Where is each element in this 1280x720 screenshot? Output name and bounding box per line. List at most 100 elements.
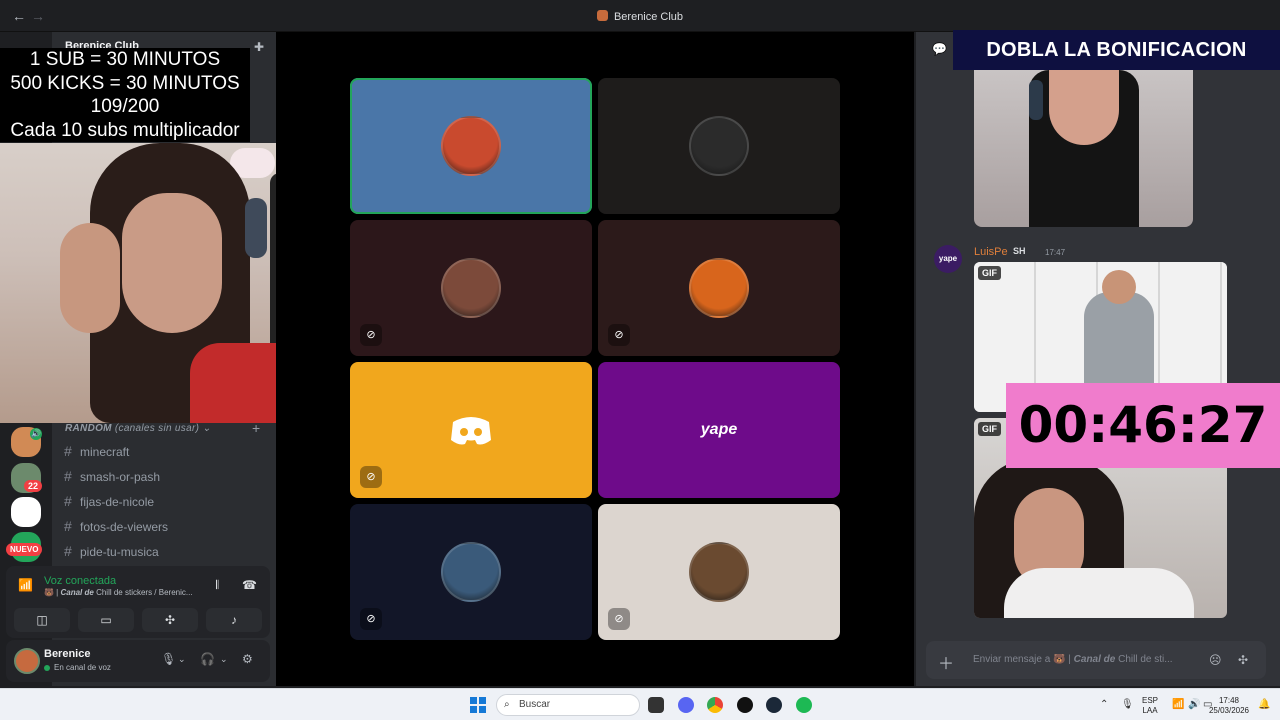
- spotify-icon[interactable]: [796, 697, 812, 713]
- chevron-down-icon: ⌄: [202, 423, 211, 434]
- microphone-icon[interactable]: 🎙: [161, 652, 176, 666]
- yape-logo-icon: yape: [700, 421, 738, 438]
- chevron-up-icon[interactable]: ⌃: [1100, 699, 1108, 710]
- soundboard-button[interactable]: ♪: [206, 608, 262, 632]
- participant-tile[interactable]: yape: [598, 362, 840, 498]
- countdown-timer: 00:46:27: [1006, 383, 1280, 468]
- noise-suppression-icon[interactable]: 𝄃: [216, 578, 219, 593]
- overlay-line-kicks: 500 KICKS = 30 MINUTOS: [10, 72, 240, 94]
- window-title: Berenice Club: [0, 10, 1280, 23]
- guild-tag[interactable]: SH: [1013, 246, 1026, 256]
- hash-icon: #: [64, 518, 72, 534]
- hand: [60, 223, 120, 333]
- hash-icon: #: [64, 443, 72, 459]
- face: [1102, 270, 1136, 304]
- gear-icon[interactable]: ⚙: [242, 652, 253, 666]
- participant-tile[interactable]: ⊘: [598, 220, 840, 356]
- white-shirt: [1004, 568, 1194, 618]
- new-badge: NUEVO: [6, 543, 43, 556]
- headset: [1029, 80, 1043, 120]
- avatar[interactable]: [14, 648, 40, 674]
- microphone-icon[interactable]: 🎙: [1121, 699, 1134, 710]
- stream-banner: DOBLA LA BONIFICACION: [953, 30, 1280, 70]
- avatar: [441, 542, 501, 602]
- muted-mic-icon: ⊘: [608, 324, 630, 346]
- participant-tile[interactable]: ⊘: [598, 504, 840, 640]
- user-name[interactable]: Berenice: [44, 648, 90, 660]
- server-icon-hello-kitty[interactable]: [11, 497, 41, 527]
- server-icon: [596, 10, 608, 21]
- participant-tile[interactable]: ⊘: [350, 362, 592, 498]
- message-author[interactable]: LuisPe: [974, 246, 1008, 258]
- channel-item[interactable]: # pide-tu-musica: [64, 543, 264, 563]
- voice-channel-name[interactable]: 🐻 | Canal de Chill de stickers / Berenic…: [44, 588, 214, 597]
- message-placeholder: Enviar mensaje a 🐻 | Canal de Chill de s…: [973, 654, 1173, 665]
- message-time: 17:47: [1045, 248, 1066, 257]
- participant-tile[interactable]: ⊘: [350, 220, 592, 356]
- face: [1049, 70, 1119, 145]
- activities-button[interactable]: ✣: [142, 608, 198, 632]
- search-icon: ⌕: [504, 699, 510, 710]
- obs-icon[interactable]: [737, 697, 753, 713]
- clock[interactable]: 17:48 25/03/2026: [1206, 696, 1252, 716]
- avatar: [689, 116, 749, 176]
- voice-status[interactable]: Voz conectada: [44, 575, 116, 587]
- screen-share-button[interactable]: ▭: [78, 608, 134, 632]
- emoji-icon[interactable]: ☹: [1209, 653, 1222, 667]
- volume-icon[interactable]: 🔊: [1188, 699, 1200, 710]
- add-friend-icon[interactable]: ✚: [254, 40, 264, 54]
- gif-label: GIF: [978, 422, 1001, 436]
- channel-item[interactable]: # fijas-de-nicole: [64, 493, 264, 513]
- chevron-down-icon[interactable]: ⌄: [178, 654, 186, 665]
- avatar: [689, 258, 749, 318]
- category-random[interactable]: RANDOM (canales sin usar) ⌄: [65, 423, 211, 434]
- gif-label: GIF: [978, 266, 1001, 280]
- channel-item[interactable]: # fotos-de-viewers: [64, 518, 264, 538]
- apps-icon[interactable]: ✣: [1238, 653, 1248, 667]
- avatar: [689, 542, 749, 602]
- message-input[interactable]: ＋ Enviar mensaje a 🐻 | Canal de Chill de…: [926, 641, 1266, 679]
- chat-bubble-icon[interactable]: 💬: [932, 42, 947, 56]
- signal-icon[interactable]: 📶: [18, 578, 33, 592]
- participant-tile[interactable]: [598, 78, 840, 214]
- windows-start-icon[interactable]: [470, 697, 486, 713]
- channel-item[interactable]: # minecraft: [64, 443, 264, 463]
- plus-icon[interactable]: ＋: [938, 650, 954, 674]
- add-channel-icon[interactable]: +: [252, 420, 260, 436]
- participant-tile[interactable]: ⊘: [350, 504, 592, 640]
- avatar: [441, 258, 501, 318]
- overlay-line-sub: 1 SUB = 30 MINUTOS: [29, 49, 221, 70]
- camera-off-button[interactable]: ◫: [14, 608, 70, 632]
- face: [122, 193, 222, 333]
- task-view-icon[interactable]: [648, 697, 664, 713]
- mention-badge: 22: [24, 480, 43, 492]
- muted-mic-icon: ⊘: [360, 466, 382, 488]
- muted-mic-icon: ⊘: [608, 608, 630, 630]
- avatar: [441, 116, 501, 176]
- voice-connection-panel: 📶 Voz conectada 🐻 | Canal de Chill de st…: [6, 566, 270, 638]
- wifi-icon[interactable]: 📶: [1172, 699, 1184, 710]
- headset: [245, 198, 267, 258]
- disconnect-icon[interactable]: ☎: [242, 578, 257, 592]
- taskbar-search[interactable]: ⌕ Buscar: [496, 694, 640, 716]
- language-indicator[interactable]: ESP LAA: [1142, 696, 1158, 716]
- user-status: En canal de voz: [54, 663, 111, 672]
- online-dot: [44, 665, 50, 671]
- overlay-line-progress: 109/200: [90, 96, 160, 117]
- muted-mic-icon: ⊘: [360, 324, 382, 346]
- chat-image[interactable]: [974, 70, 1193, 227]
- steam-icon[interactable]: [766, 697, 782, 713]
- discord-logo-icon: [441, 400, 501, 460]
- chrome-icon[interactable]: [707, 697, 723, 713]
- hash-icon: #: [64, 543, 72, 559]
- participant-tile[interactable]: [350, 78, 592, 214]
- avatar[interactable]: yape: [934, 245, 962, 273]
- notification-icon[interactable]: 🔔: [1258, 699, 1270, 710]
- chevron-down-icon[interactable]: ⌄: [220, 654, 228, 665]
- headphones-icon[interactable]: 🎧: [200, 652, 215, 666]
- channel-item[interactable]: # smash-or-pash: [64, 468, 264, 488]
- user-panel: Berenice En canal de voz 🎙 ⌄ 🎧 ⌄ ⚙: [6, 640, 270, 682]
- overlay-line-multiplier: Cada 10 subs multiplicador: [10, 119, 240, 141]
- hash-icon: #: [64, 468, 72, 484]
- discord-icon[interactable]: [678, 697, 694, 713]
